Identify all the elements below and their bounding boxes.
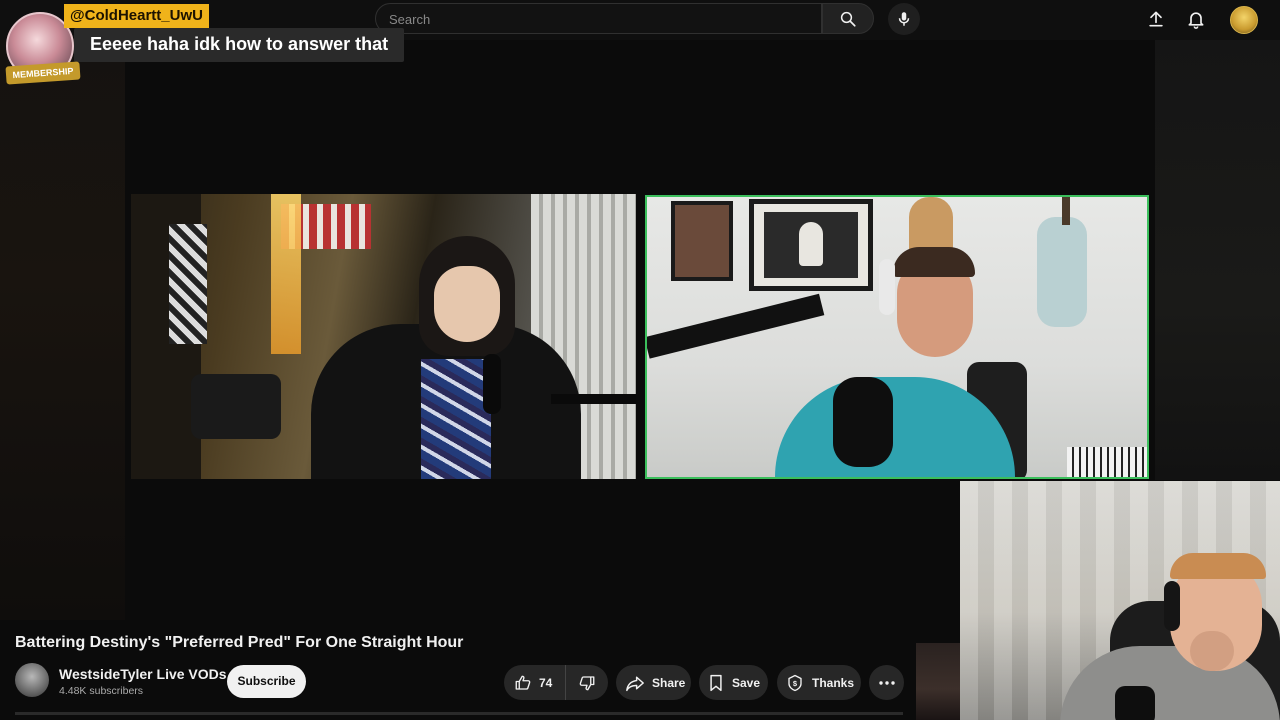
more-actions-button[interactable] xyxy=(869,665,904,700)
wall-frame-1 xyxy=(671,201,733,281)
mic-arm xyxy=(551,394,636,404)
ambient-glow-left xyxy=(0,0,125,620)
notifications-button[interactable] xyxy=(1185,8,1207,30)
share-arrow-icon xyxy=(626,676,644,691)
guest-scarf xyxy=(421,359,491,479)
keyboard xyxy=(1067,447,1147,477)
like-dislike-group: 74 xyxy=(504,665,608,700)
guest-webcam-panel xyxy=(131,194,636,479)
search-input[interactable]: Search xyxy=(375,3,822,34)
host-hair xyxy=(893,247,975,277)
guest-face xyxy=(434,266,500,342)
super-thanks-icon: $ xyxy=(788,674,802,691)
save-button[interactable]: Save xyxy=(699,665,768,700)
streamer-headset xyxy=(1164,581,1180,631)
thanks-label: Thanks xyxy=(812,675,855,690)
thanks-button[interactable]: $ Thanks xyxy=(777,665,861,700)
recommendation-thumbnail-peek[interactable] xyxy=(916,643,960,720)
bookmark-icon xyxy=(710,674,722,691)
notification-bell-icon xyxy=(1188,12,1204,29)
streamer-hand xyxy=(1190,631,1234,671)
guitar-neck xyxy=(1062,197,1070,225)
backpack xyxy=(191,374,281,439)
search-button[interactable] xyxy=(822,3,874,34)
streamer-microphone xyxy=(1115,686,1155,720)
channel-avatar[interactable] xyxy=(15,663,49,697)
more-horizontal-icon xyxy=(878,680,895,685)
dislike-button[interactable] xyxy=(566,665,608,700)
save-label: Save xyxy=(732,675,761,690)
share-button[interactable]: Share xyxy=(616,665,691,700)
host-webcam-panel xyxy=(645,195,1149,479)
description-divider xyxy=(15,712,903,715)
guest-microphone xyxy=(483,354,501,414)
microphone-icon xyxy=(898,12,910,26)
like-button[interactable]: 74 xyxy=(504,665,566,700)
chat-username: @ColdHeartt_UwU xyxy=(64,4,209,28)
wall-frame-2 xyxy=(749,199,873,291)
streamer-facecam xyxy=(960,481,1280,720)
boom-arm xyxy=(647,293,825,359)
electric-guitar xyxy=(1037,217,1087,327)
ambient-glow-right xyxy=(1155,40,1280,480)
share-label: Share xyxy=(652,675,686,690)
like-count: 74 xyxy=(539,675,553,690)
search-icon xyxy=(840,11,856,27)
subscriber-count: 4.48K subscribers xyxy=(59,685,144,697)
chat-message: Eeeee haha idk how to answer that xyxy=(74,28,405,62)
channel-name[interactable]: WestsideTyler Live VODs xyxy=(59,666,227,682)
host-microphone xyxy=(833,377,893,467)
checkered-chair xyxy=(169,224,207,344)
upload-icon xyxy=(1149,11,1163,27)
upload-button[interactable] xyxy=(1145,8,1167,30)
thumbs-down-icon xyxy=(579,675,595,690)
voice-search-button[interactable] xyxy=(888,3,920,35)
streamer-hair xyxy=(1170,553,1266,579)
user-avatar[interactable] xyxy=(1230,6,1258,34)
thumbs-up-icon xyxy=(515,675,531,690)
lamp-glow xyxy=(271,194,301,354)
subscribe-button[interactable]: Subscribe xyxy=(227,665,306,698)
host-headphones xyxy=(879,259,895,315)
svg-text:$: $ xyxy=(793,679,798,688)
video-title: Battering Destiny's "Preferred Pred" For… xyxy=(15,634,464,651)
